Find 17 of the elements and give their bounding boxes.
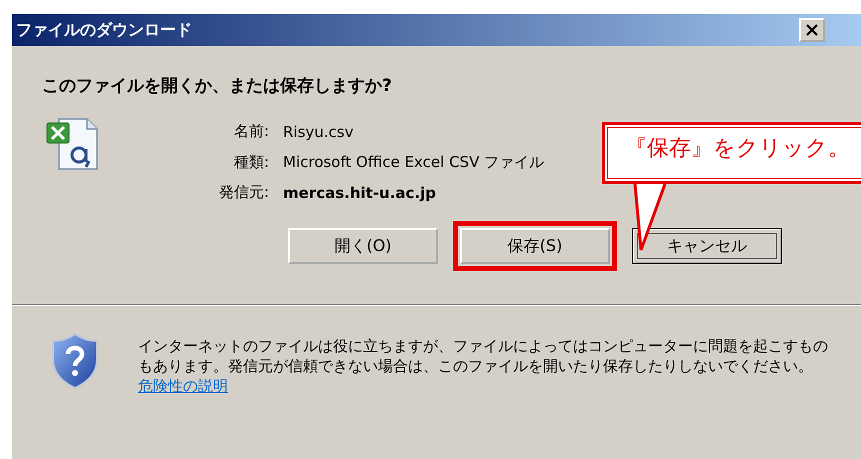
field-value: Risyu.csv [283, 122, 354, 140]
close-button[interactable] [799, 18, 825, 42]
field-value: mercas.hit-u.ac.jp [283, 184, 436, 202]
dialog-button[interactable]: キャンセル [632, 228, 782, 264]
risk-link[interactable]: 危険性の説明 [138, 377, 228, 395]
question-text: このファイルを開くか、または保存しますか? [41, 75, 393, 97]
window-title: ファイルのダウンロード [16, 20, 192, 40]
field-label: 種類: [232, 153, 269, 172]
dialog-button[interactable]: 保存(S) [460, 228, 610, 264]
callout-box: 『保存』をクリック。 [602, 122, 861, 184]
shield-question-icon [50, 332, 100, 390]
field-value: Microsoft Office Excel CSV ファイル [283, 153, 544, 172]
dialog-button[interactable]: 開く(O) [288, 228, 438, 264]
field-label: 名前: [232, 122, 269, 141]
warning-text: インターネットのファイルは役に立ちますが、ファイルによってはコンピューターに問題を起こすものもあります。発信元が信頼できない場合は、このファイルを開いたり保存したりしないでください。 危険性の説明 [138, 336, 828, 396]
field-label: 発信元: [218, 183, 269, 202]
close-icon [806, 24, 818, 36]
